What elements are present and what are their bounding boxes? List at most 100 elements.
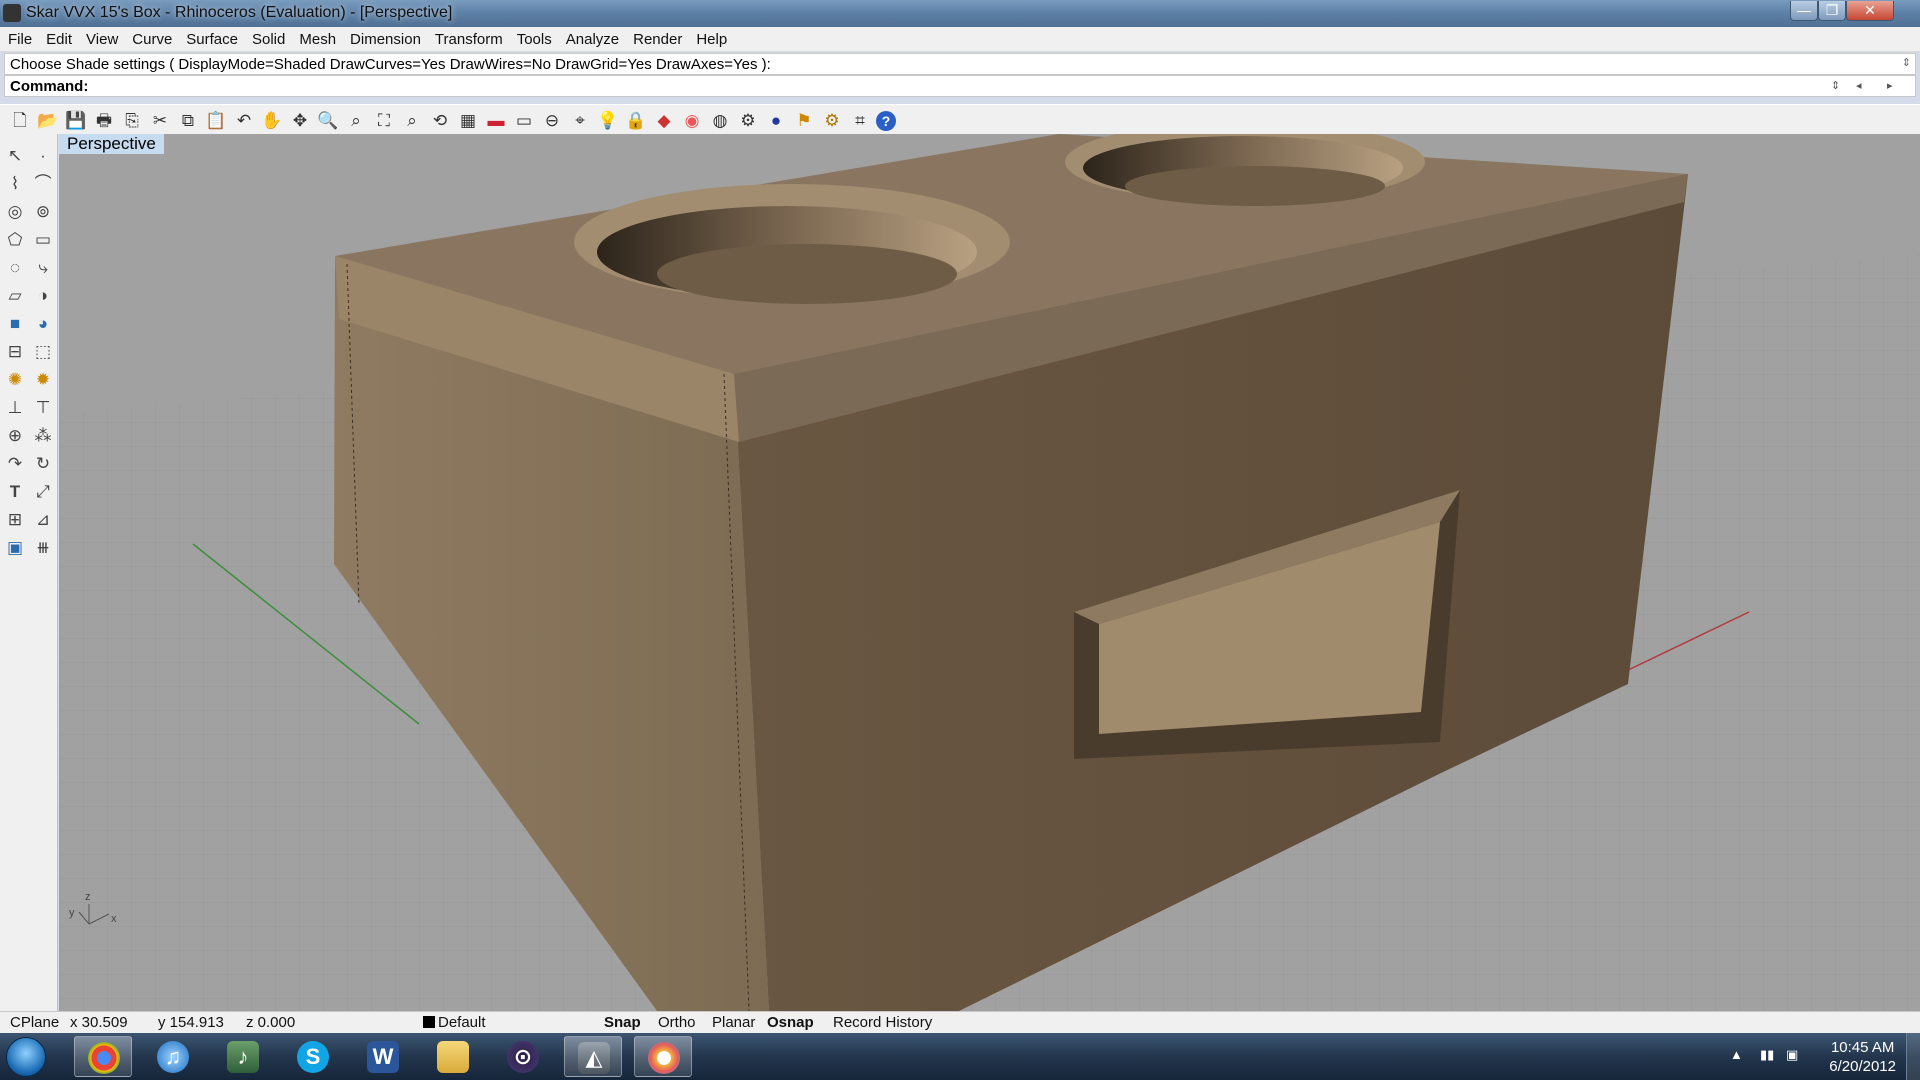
undo-icon[interactable]: ↶ [232,109,256,133]
menu-file[interactable]: File [0,27,39,52]
cylinder-icon[interactable]: ⊟ [3,340,27,364]
rotate-icon[interactable]: ↻ [31,452,55,476]
undo-view-icon[interactable]: ⟲ [428,109,452,133]
help-icon[interactable]: ? [876,111,896,131]
polyline-icon[interactable]: ⌇ [3,172,27,196]
close-button[interactable]: ✕ [1846,1,1894,21]
surface-icon[interactable]: ▱ [3,284,27,308]
explode-icon[interactable]: ✹ [31,368,55,392]
properties-icon[interactable]: ⚙ [736,109,760,133]
box-icon[interactable]: ■ [3,312,27,336]
menu-solid[interactable]: Solid [245,27,292,52]
filter-icon[interactable]: ⚑ [792,109,816,133]
snap-toggle[interactable]: Snap [604,1014,641,1031]
arrow-left-icon[interactable]: ◂ [1856,79,1862,92]
light-icon[interactable]: 💡 [596,109,620,133]
color-wheel-icon[interactable]: ◉ [680,109,704,133]
menu-analyze[interactable]: Analyze [559,27,626,52]
rectangle-icon[interactable]: ▭ [31,228,55,252]
fillet-icon[interactable]: ⤷ [31,256,55,280]
tray-expand-icon[interactable]: ▲ [1730,1047,1743,1062]
new-file-icon[interactable]: 🗋 [8,109,32,133]
clock[interactable]: 10:45 AM 6/20/2012 [1829,1038,1896,1076]
show-desktop-button[interactable] [1906,1033,1920,1080]
zoom-window-icon[interactable]: ⌕ [344,109,368,133]
save-icon[interactable]: 💾 [64,109,88,133]
layer-icon[interactable]: ◆ [652,109,676,133]
minimize-button[interactable]: — [1790,1,1818,21]
copy-icon[interactable]: ⧉ [176,109,200,133]
loft-icon[interactable]: ◑ [31,284,55,308]
options-icon[interactable]: ⚙ [820,109,844,133]
menu-tools[interactable]: Tools [510,27,559,52]
cut-icon[interactable]: ✂ [148,109,172,133]
menu-surface[interactable]: Surface [179,27,245,52]
menu-mesh[interactable]: Mesh [292,27,343,52]
arc-icon[interactable]: ◌ [3,256,27,280]
taskbar-paint[interactable] [634,1036,692,1077]
osnap-toggle[interactable]: Osnap [767,1014,814,1031]
boolean-icon[interactable]: ◕ [31,312,55,336]
join-icon[interactable]: ⁂ [31,424,55,448]
taskbar-itunes[interactable]: ♫ [144,1036,202,1077]
taskbar-rhino[interactable]: ◭ [564,1036,622,1077]
start-button[interactable] [6,1037,46,1077]
planar-toggle[interactable]: Planar [712,1014,755,1031]
taskbar-skype[interactable]: S [284,1036,342,1077]
point-icon[interactable]: · [31,144,55,168]
menu-view[interactable]: View [79,27,125,52]
dimension-icon[interactable]: ⤢ [31,480,55,504]
text-icon[interactable]: T [3,480,27,504]
render-icon[interactable]: ● [764,109,788,133]
taskbar-explorer[interactable] [424,1036,482,1077]
rhino-app-icon[interactable] [3,4,21,22]
arrow-right-icon[interactable]: ▸ [1887,79,1893,92]
open-file-icon[interactable]: 📂 [36,109,60,133]
viewport-title-tab[interactable]: Perspective [59,134,164,154]
osnap-icon[interactable]: ⌖ [568,109,592,133]
taskbar-word[interactable]: W [354,1036,412,1077]
toolbar-layout-icon[interactable]: ⌗ [848,109,872,133]
paste-icon[interactable]: 📋 [204,109,228,133]
menu-render[interactable]: Render [626,27,689,52]
menu-dimension[interactable]: Dimension [343,27,428,52]
zoom-dynamic-icon[interactable]: 🔍 [316,109,340,133]
ellipse-icon[interactable]: ⊚ [31,200,55,224]
move-icon[interactable]: ↷ [3,452,27,476]
pan-icon[interactable]: ✋ [260,109,284,133]
import-icon[interactable]: ⎘ [120,109,144,133]
taskbar-daw-app[interactable]: ⊙ [494,1036,552,1077]
ortho-toggle[interactable]: Ortho [658,1014,696,1031]
polygon-icon[interactable]: ⬠ [3,228,27,252]
group-icon[interactable]: ⊕ [3,424,27,448]
taskbar-music-app[interactable]: ♪ [214,1036,272,1077]
perspective-viewport[interactable]: x y z Perspective [59,134,1920,1011]
transform-icon[interactable]: ✺ [3,368,27,392]
split-icon[interactable]: ⊥ [3,396,27,420]
network-icon[interactable]: ▮▮ [1760,1047,1774,1063]
scroll-arrows-icon[interactable]: ⇕ [1902,56,1911,69]
analyze-icon[interactable]: ⊿ [31,508,55,532]
taskbar-chrome[interactable] [74,1036,132,1077]
record-history-toggle[interactable]: Record History [833,1014,932,1031]
select-arrow-icon[interactable]: ↖ [3,144,27,168]
circle-icon[interactable]: ◎ [3,200,27,224]
cplane-label[interactable]: CPlane [10,1014,59,1031]
curve-icon[interactable]: ⌒ [31,172,55,196]
zoom-extents-icon[interactable]: ⛶ [372,109,396,133]
menu-transform[interactable]: Transform [428,27,510,52]
lock-icon[interactable]: 🔒 [624,109,648,133]
rotate-view-icon[interactable]: ✥ [288,109,312,133]
history-scroll-icon[interactable]: ⇕ [1831,79,1840,92]
menu-help[interactable]: Help [689,27,734,52]
maximize-button[interactable]: ❐ [1818,1,1846,21]
shaded-car-icon[interactable]: ▬ [484,109,508,133]
menu-curve[interactable]: Curve [125,27,179,52]
four-viewports-icon[interactable]: ▦ [456,109,480,133]
trim-icon[interactable]: ⊤ [31,396,55,420]
grid-snap-icon[interactable]: ⧻ [31,536,55,560]
render-sphere-icon[interactable]: ◍ [708,109,732,133]
zoom-selected-icon[interactable]: ⌕ [400,109,424,133]
current-layer[interactable]: Default [423,1014,486,1031]
print-icon[interactable]: 🖶 [92,109,116,133]
